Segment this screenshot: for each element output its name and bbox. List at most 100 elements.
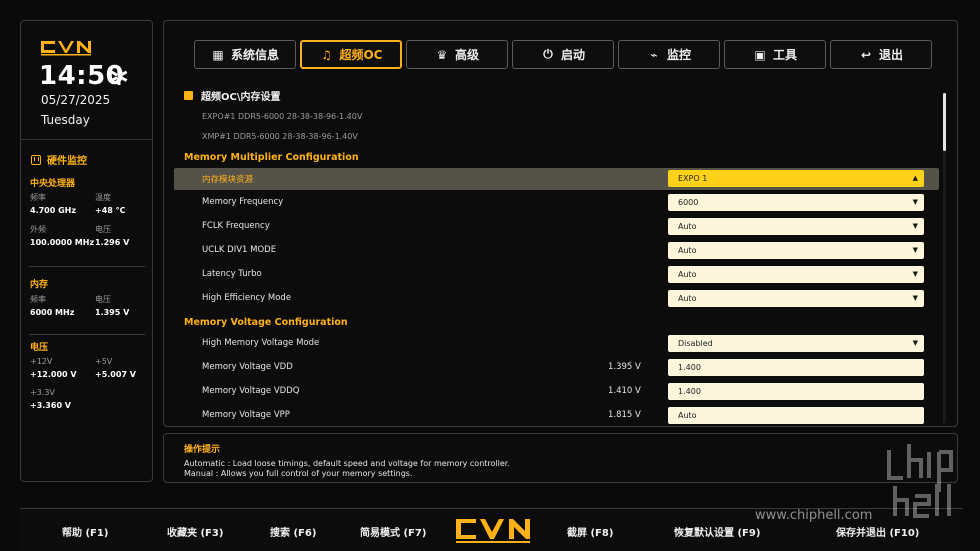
high-voltage-mode-select[interactable]: Disabled ▼ xyxy=(668,335,924,352)
hint-line: Manual : Allows you full control of your… xyxy=(184,469,413,478)
search-button[interactable]: 搜索 (F6) xyxy=(270,524,316,539)
hardware-monitor-header: 硬件监控 xyxy=(31,152,87,167)
scrollbar-thumb[interactable] xyxy=(943,93,946,151)
tab-advanced[interactable]: ♛ 高级 xyxy=(406,40,508,69)
setting-label: UCLK DIV1 MODE xyxy=(202,245,277,255)
clock-weekday: Tuesday xyxy=(41,113,90,127)
tab-bar: ▦ 系统信息 ♫ 超频OC ♛ 高级 ⏻ 启动 ⌁ 监控 ▣ 工具 ↩ 退出 xyxy=(194,40,932,69)
current-voltage: 1.815 V xyxy=(608,410,641,420)
brand-logo xyxy=(456,519,530,543)
select-value: Auto xyxy=(678,294,697,303)
hardware-monitor-title: 硬件监控 xyxy=(47,156,87,167)
vpp-input[interactable]: Auto xyxy=(668,407,924,424)
cpu-frequency: 频率 4.700 GHz xyxy=(30,193,77,215)
setting-label: Memory Voltage VPP xyxy=(202,410,290,420)
tab-exit[interactable]: ↩ 退出 xyxy=(830,40,932,69)
screenshot-button[interactable]: 截屏 (F8) xyxy=(567,524,613,539)
bell-icon: ♫ xyxy=(321,47,332,62)
grid-icon: ▦ xyxy=(212,47,224,62)
tab-label: 启动 xyxy=(560,48,585,62)
hint-line: Automatic : Load loose timings, default … xyxy=(184,459,510,468)
fclk-select[interactable]: Auto ▼ xyxy=(668,218,924,235)
favorites-button[interactable]: 收藏夹 (F3) xyxy=(167,524,223,539)
save-exit-button[interactable]: 保存并退出 (F10) xyxy=(836,524,919,539)
tab-label: 超频OC xyxy=(339,48,383,62)
memory-frequency-select[interactable]: 6000 ▼ xyxy=(668,194,924,211)
setting-row-vdd[interactable]: Memory Voltage VDD 1.395 V 1.400 xyxy=(174,357,939,379)
group-title-voltage: Memory Voltage Configuration xyxy=(184,317,348,328)
setting-row-vpp[interactable]: Memory Voltage VPP 1.815 V Auto xyxy=(174,405,939,427)
caret-down-icon: ▼ xyxy=(912,270,918,278)
chiphell-watermark-logo xyxy=(887,444,953,518)
caret-down-icon: ▼ xyxy=(912,222,918,230)
tab-label: 高级 xyxy=(454,48,479,62)
rail-5v: +5V +5.007 V xyxy=(95,357,136,379)
toolbox-icon: ▣ xyxy=(754,47,766,62)
high-efficiency-select[interactable]: Auto ▼ xyxy=(668,290,924,307)
setting-label: Memory Voltage VDD xyxy=(202,362,293,372)
setting-label: High Efficiency Mode xyxy=(202,293,292,303)
help-button[interactable]: 帮助 (F1) xyxy=(62,524,108,539)
tab-label: 监控 xyxy=(666,48,691,62)
latency-turbo-select[interactable]: Auto ▼ xyxy=(668,266,924,283)
settings-gear-icon[interactable]: ✲ xyxy=(109,65,129,89)
cpu-bclk: 外频 100.0000 MHz xyxy=(30,225,95,247)
rail-12v: +12V +12.000 V xyxy=(30,357,77,379)
select-value: Auto xyxy=(678,270,697,279)
memory-profile-select[interactable]: EXPO 1 ▲ xyxy=(668,170,924,187)
caret-down-icon: ▼ xyxy=(912,246,918,254)
cpu-section-title: 中央处理器 xyxy=(30,179,76,189)
setting-row-memory-profile[interactable]: 内存模块资源 EXPO 1 ▲ xyxy=(174,168,939,190)
tab-tools[interactable]: ▣ 工具 xyxy=(724,40,826,69)
tab-overclock[interactable]: ♫ 超频OC xyxy=(300,40,402,69)
tab-monitor[interactable]: ⌁ 监控 xyxy=(618,40,720,69)
memory-voltage: 电压 1.395 V xyxy=(95,295,130,317)
setting-row-high-efficiency[interactable]: High Efficiency Mode Auto ▼ xyxy=(174,288,939,310)
setting-row-latency-turbo[interactable]: Latency Turbo Auto ▼ xyxy=(174,264,939,286)
select-value: Auto xyxy=(678,246,697,255)
cpu-voltage: 电压 1.296 V xyxy=(95,225,130,247)
current-voltage: 1.395 V xyxy=(608,362,641,372)
setting-label: Memory Frequency xyxy=(202,197,284,207)
cpu-temperature: 温度 +48 °C xyxy=(95,193,126,215)
easy-mode-button[interactable]: 简易模式 (F7) xyxy=(360,524,426,539)
tab-label: 工具 xyxy=(772,48,797,62)
folder-icon xyxy=(184,91,193,100)
setting-label: 内存模块资源 xyxy=(202,175,254,185)
setting-row-memory-frequency[interactable]: Memory Frequency 6000 ▼ xyxy=(174,192,939,214)
caret-down-icon: ▼ xyxy=(912,339,918,347)
select-value: Disabled xyxy=(678,339,713,348)
voltage-section-title: 电压 xyxy=(30,343,49,353)
back-arrow-icon: ↩ xyxy=(860,47,872,62)
breadcrumb: 超频OC\内存设置 xyxy=(184,88,281,103)
vddq-input[interactable]: 1.400 xyxy=(668,383,924,400)
setting-label: High Memory Voltage Mode xyxy=(202,338,320,348)
crown-icon: ♛ xyxy=(436,47,448,62)
breadcrumb-text: 超频OC\内存设置 xyxy=(201,92,281,103)
uclk-select[interactable]: Auto ▼ xyxy=(668,242,924,259)
caret-down-icon: ▼ xyxy=(912,294,918,302)
setting-row-high-voltage-mode[interactable]: High Memory Voltage Mode Disabled ▼ xyxy=(174,333,939,355)
tab-system-info[interactable]: ▦ 系统信息 xyxy=(194,40,296,69)
brand-logo xyxy=(41,41,91,56)
caret-up-icon: ▲ xyxy=(912,174,918,182)
setting-row-vddq[interactable]: Memory Voltage VDDQ 1.410 V 1.400 xyxy=(174,381,939,403)
tab-label: 系统信息 xyxy=(230,48,279,62)
monitor-icon xyxy=(31,154,41,165)
select-value: 6000 xyxy=(678,198,699,207)
load-defaults-button[interactable]: 恢复默认设置 (F9) xyxy=(674,524,760,539)
hint-title: 操作提示 xyxy=(184,445,221,455)
vdd-input[interactable]: 1.400 xyxy=(668,359,924,376)
divider xyxy=(29,266,145,267)
setting-label: Latency Turbo xyxy=(202,269,262,279)
setting-row-uclk[interactable]: UCLK DIV1 MODE Auto ▼ xyxy=(174,240,939,262)
memory-frequency: 频率 6000 MHz xyxy=(30,295,75,317)
tab-boot[interactable]: ⏻ 启动 xyxy=(512,40,614,69)
current-voltage: 1.410 V xyxy=(608,386,641,396)
setting-row-fclk[interactable]: FCLK Frequency Auto ▼ xyxy=(174,216,939,238)
select-value: Auto xyxy=(678,222,697,231)
divider xyxy=(21,139,152,140)
group-title-multiplier: Memory Multiplier Configuration xyxy=(184,152,359,163)
select-value: EXPO 1 xyxy=(678,174,708,183)
expo-profile-info: EXPO#1 DDR5-6000 28-38-38-96-1.40V xyxy=(202,112,363,121)
